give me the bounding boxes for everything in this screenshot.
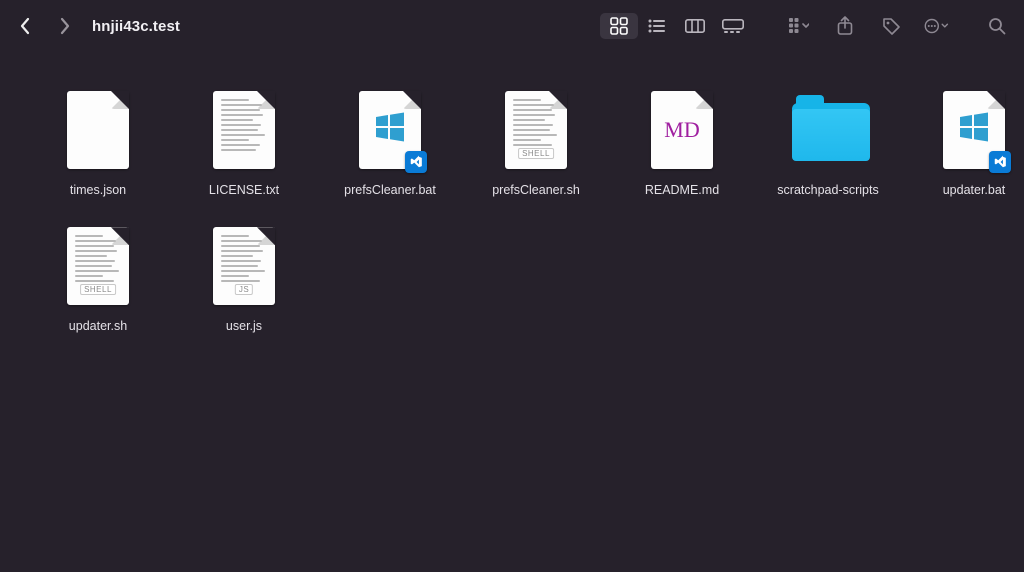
- action-menu-button[interactable]: [924, 13, 950, 39]
- window-title: hnjii43c.test: [92, 18, 180, 35]
- file-icon: MD: [646, 86, 718, 174]
- file-icon: [354, 86, 426, 174]
- item-label: user.js: [226, 318, 262, 334]
- file-item[interactable]: prefsCleaner.bat: [326, 86, 454, 198]
- item-label: scratchpad-scripts: [777, 182, 878, 198]
- forward-button[interactable]: [54, 15, 76, 37]
- file-item[interactable]: SHELL updater.sh: [34, 222, 162, 334]
- back-button[interactable]: [14, 15, 36, 37]
- file-item[interactable]: SHELL prefsCleaner.sh: [472, 86, 600, 198]
- item-label: times.json: [70, 182, 126, 198]
- item-label: README.md: [645, 182, 719, 198]
- file-icon: SHELL: [500, 86, 572, 174]
- file-item[interactable]: MD README.md: [618, 86, 746, 198]
- group-by-button[interactable]: [786, 13, 812, 39]
- file-item[interactable]: JS user.js: [180, 222, 308, 334]
- file-icon: [938, 86, 1010, 174]
- tags-button[interactable]: [878, 13, 904, 39]
- file-item[interactable]: LICENSE.txt: [180, 86, 308, 198]
- item-label: LICENSE.txt: [209, 182, 279, 198]
- file-icon: SHELL: [62, 222, 134, 310]
- gallery-view-button[interactable]: [714, 13, 752, 39]
- file-icon: [62, 86, 134, 174]
- toolbar-actions: [786, 13, 1010, 39]
- item-label: updater.sh: [69, 318, 127, 334]
- share-button[interactable]: [832, 13, 858, 39]
- column-view-button[interactable]: [676, 13, 714, 39]
- item-label: prefsCleaner.sh: [492, 182, 580, 198]
- list-view-button[interactable]: [638, 13, 676, 39]
- search-button[interactable]: [984, 13, 1010, 39]
- folder-icon: [792, 86, 864, 174]
- item-label: updater.bat: [943, 182, 1006, 198]
- nav-group: [14, 15, 76, 37]
- item-label: prefsCleaner.bat: [344, 182, 436, 198]
- file-item[interactable]: times.json: [34, 86, 162, 198]
- view-switcher: [598, 11, 754, 41]
- file-grid: times.json LICENSE.txt prefsCleaner.bat SHE…: [0, 52, 1024, 369]
- file-item[interactable]: updater.bat: [910, 86, 1024, 198]
- icon-view-button[interactable]: [600, 13, 638, 39]
- file-icon: JS: [208, 222, 280, 310]
- window-toolbar: hnjii43c.test: [0, 0, 1024, 52]
- file-icon: [208, 86, 280, 174]
- folder-item[interactable]: scratchpad-scripts: [764, 86, 892, 198]
